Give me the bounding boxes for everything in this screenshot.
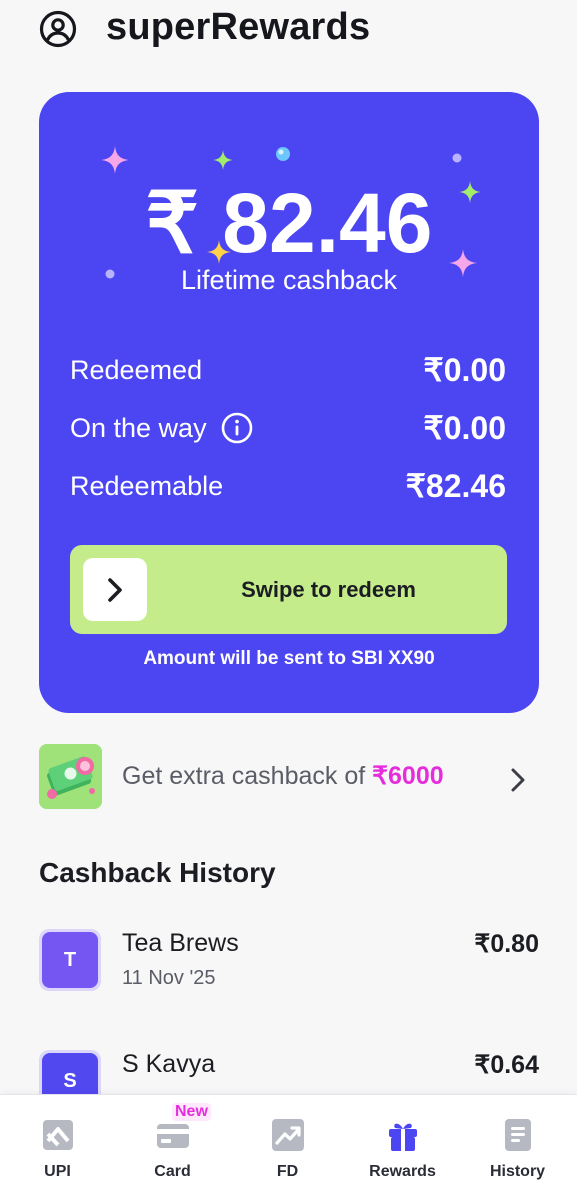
cash-stack-icon xyxy=(39,744,102,809)
nav-item-history[interactable]: History xyxy=(460,1095,575,1200)
swipe-to-redeem-slider[interactable]: Swipe to redeem xyxy=(70,545,507,634)
app-header: superRewards xyxy=(0,0,577,70)
redeemed-label: Redeemed xyxy=(70,354,203,385)
redeemable-row: Redeemable ₹82.46 xyxy=(70,466,506,506)
card-icon xyxy=(156,1124,189,1148)
redeemed-value: ₹0.00 xyxy=(423,352,506,388)
cashback-amount: ₹0.80 xyxy=(474,930,539,958)
extra-cashback-promo[interactable]: Get extra cashback of ₹6000 xyxy=(39,744,539,810)
chart-up-icon xyxy=(271,1119,304,1151)
destination-account-note: Amount will be sent to SBI XX90 xyxy=(143,648,435,669)
lifetime-cashback-label: Lifetime cashback xyxy=(180,265,398,295)
bubble-icon xyxy=(452,153,462,163)
new-badge: New xyxy=(172,1103,211,1121)
cashback-amount: ₹0.64 xyxy=(474,1051,539,1079)
nav-label: Card xyxy=(154,1163,191,1180)
on-the-way-row: On the way ₹0.00 xyxy=(70,408,506,448)
nav-label: UPI xyxy=(44,1163,71,1180)
bubble-icon xyxy=(276,147,290,161)
redeemable-value: ₹82.46 xyxy=(405,468,506,504)
nav-item-card[interactable]: New Card xyxy=(115,1095,230,1200)
info-icon[interactable] xyxy=(221,412,253,444)
redeemed-row: Redeemed ₹0.00 xyxy=(70,350,506,390)
swipe-label: Swipe to redeem xyxy=(241,576,416,602)
nav-label: History xyxy=(489,1163,546,1180)
nav-label: FD xyxy=(276,1163,299,1180)
lifetime-cashback-amount: ₹ 82.46 xyxy=(145,176,433,270)
swipe-handle[interactable] xyxy=(83,558,147,621)
nav-item-upi[interactable]: UPI xyxy=(0,1095,115,1200)
profile-icon[interactable] xyxy=(38,9,78,49)
nav-item-rewards[interactable]: Rewards xyxy=(345,1095,460,1200)
rewards-card: ₹ 82.46 Lifetime cashback Redeemed ₹0.00… xyxy=(39,92,539,713)
redeemable-label: Redeemable xyxy=(70,470,224,501)
on-the-way-value: ₹0.00 xyxy=(423,410,506,446)
chevron-right-icon[interactable] xyxy=(509,766,529,794)
upi-icon xyxy=(42,1120,73,1150)
nav-item-fd[interactable]: FD xyxy=(230,1095,345,1200)
merchant-name: S Kavya xyxy=(122,1050,216,1078)
document-icon xyxy=(504,1119,531,1151)
sparkle-icon xyxy=(213,150,233,170)
merchant-name: Tea Brews xyxy=(122,929,239,957)
page-title: superRewards xyxy=(106,6,371,48)
avatar: T xyxy=(39,929,101,991)
bottom-navigation: UPI New Card FD Rewards History xyxy=(0,1094,577,1200)
on-the-way-label: On the way xyxy=(70,412,207,443)
transaction-date: 11 Nov '25 xyxy=(122,967,216,989)
nav-label: Rewards xyxy=(369,1163,436,1180)
promo-amount: ₹6000 xyxy=(372,762,444,790)
promo-text: Get extra cashback of xyxy=(122,762,373,790)
chevron-right-icon xyxy=(108,577,122,602)
section-title: Cashback History xyxy=(39,857,276,888)
gift-icon xyxy=(388,1123,417,1151)
list-item[interactable]: T Tea Brews 11 Nov '25 ₹0.80 xyxy=(39,929,539,993)
